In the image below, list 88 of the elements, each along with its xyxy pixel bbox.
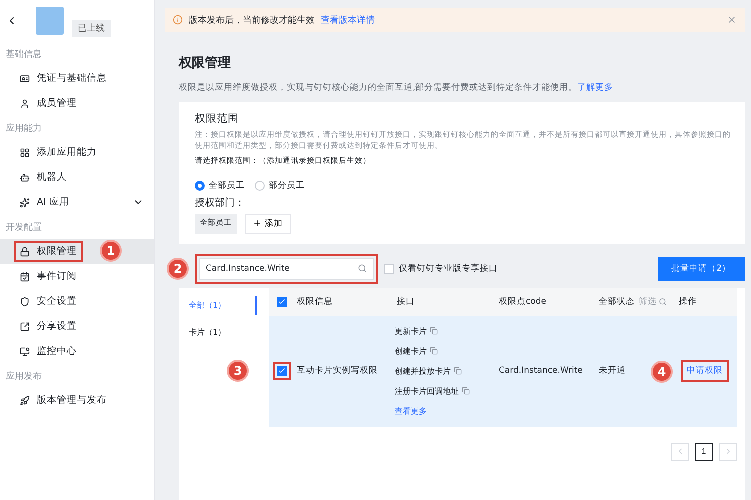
item-icon: [20, 296, 30, 306]
apply-link[interactable]: 申请权限: [681, 360, 729, 382]
app-logo: [36, 7, 64, 35]
item-icon: [20, 322, 30, 332]
search-icon: [659, 298, 667, 306]
item-label: 成员管理: [37, 97, 77, 110]
item-icon: [20, 74, 30, 84]
section-title: 应用发布: [5, 370, 43, 384]
radio-icon[interactable]: [195, 180, 205, 191]
header-checkbox[interactable]: [277, 296, 287, 307]
step-badge: 1: [100, 240, 122, 262]
batch-apply-button[interactable]: 批量申请（2）: [658, 256, 745, 281]
sidebar-item[interactable]: 添加应用能力: [0, 140, 154, 165]
category-tab[interactable]: 全部（1）: [179, 296, 257, 315]
card-title: 权限范围: [195, 112, 240, 126]
section-title: 应用能力: [5, 122, 43, 136]
learn-more-link[interactable]: 了解更多: [578, 83, 614, 93]
app-status: 已上线: [72, 20, 111, 36]
table-cell-text: 互动卡片实例写权限: [296, 365, 378, 378]
dept-label: 授权部门：: [195, 196, 246, 210]
section-title: 基础信息: [5, 48, 43, 62]
page-button[interactable]: 1: [695, 442, 713, 461]
info-icon: [173, 15, 183, 25]
interface-name: 创建并投放卡片: [395, 366, 451, 377]
category-tab[interactable]: 卡片（1）: [179, 322, 257, 342]
sidebar-item[interactable]: AI 应用: [0, 190, 154, 215]
item-icon: [20, 246, 30, 256]
column-header: 接口: [396, 296, 415, 308]
item-icon: [20, 98, 30, 108]
item-label: 权限管理: [37, 245, 77, 258]
sidebar-item[interactable]: 版本管理与发布: [0, 388, 154, 413]
radio-option[interactable]: 部分员工: [255, 180, 305, 192]
item-label: 添加应用能力: [37, 146, 97, 159]
item-icon: [20, 172, 30, 182]
column-header: 全部状态: [598, 296, 635, 308]
item-label: 监控中心: [37, 345, 77, 358]
doc-icon[interactable]: [430, 327, 438, 336]
section-title: 开发配置: [5, 222, 43, 234]
sidebar-item[interactable]: 机器人: [0, 165, 154, 190]
notice-link[interactable]: 查看版本详情: [321, 14, 375, 26]
sidebar-item[interactable]: 监控中心: [0, 339, 154, 364]
add-button[interactable]: 添加: [245, 214, 291, 234]
column-header: 权限信息: [296, 296, 333, 308]
interface-name: 更新卡片: [395, 326, 427, 337]
item-icon: [20, 346, 30, 356]
column-header: 权限点code: [498, 296, 546, 308]
item-label: 事件订阅: [37, 270, 77, 283]
step-badge: 3: [227, 360, 249, 382]
column-header: 操作: [678, 296, 697, 308]
page-title: 权限管理: [179, 55, 232, 72]
item-icon: [20, 198, 30, 208]
item-label: 安全设置: [37, 295, 77, 308]
notice-text: 版本发布后，当前修改才能生效: [189, 14, 315, 26]
item-icon: [20, 396, 30, 406]
pro-only-checkbox[interactable]: 仅看钉钉专业版专享接口: [384, 262, 498, 275]
doc-icon[interactable]: [430, 347, 438, 356]
sidebar-item[interactable]: 事件订阅: [0, 264, 154, 289]
table-cell-text: 未开通: [598, 365, 626, 378]
search-icon: [358, 264, 367, 274]
item-label: 分享设置: [37, 320, 77, 333]
interface-name: 创建卡片: [395, 346, 427, 357]
sidebar-item[interactable]: 权限管理 1: [0, 239, 154, 264]
prev-page-button[interactable]: [671, 442, 689, 461]
step-badge: 4: [651, 361, 673, 384]
radio-option[interactable]: 全部员工: [195, 180, 245, 192]
sidebar-item[interactable]: 安全设置: [0, 289, 154, 314]
row-checkbox[interactable]: [277, 366, 287, 376]
item-label: 凭证与基础信息: [37, 72, 107, 85]
close-icon[interactable]: [727, 15, 737, 25]
doc-icon[interactable]: [462, 387, 470, 396]
plus-icon: [253, 219, 262, 228]
page-description: 权限是以应用维度做授权，实现与钉钉核心能力的全面互通,部分需要付费或达到特定条件才能使用。了解更多: [179, 82, 615, 94]
doc-icon[interactable]: [454, 367, 462, 376]
more-link[interactable]: 查看更多: [395, 406, 497, 417]
sidebar-item[interactable]: 凭证与基础信息: [0, 66, 154, 91]
table-cell-text: Card.Instance.Write: [498, 366, 583, 376]
sidebar-item[interactable]: 成员管理: [0, 91, 154, 116]
next-page-button[interactable]: [719, 442, 737, 461]
interface-name: 注册卡片回调地址: [395, 386, 459, 397]
item-label: 版本管理与发布: [37, 394, 107, 407]
radio-icon[interactable]: [255, 180, 265, 191]
item-icon: [20, 272, 30, 282]
sidebar-item[interactable]: 分享设置: [0, 314, 154, 339]
item-label: 机器人: [37, 171, 67, 184]
item-icon: [20, 148, 30, 158]
step-badge: 2: [167, 258, 189, 280]
item-label: AI 应用: [37, 196, 70, 209]
search-field[interactable]: Card.Instance.Write: [199, 258, 374, 280]
